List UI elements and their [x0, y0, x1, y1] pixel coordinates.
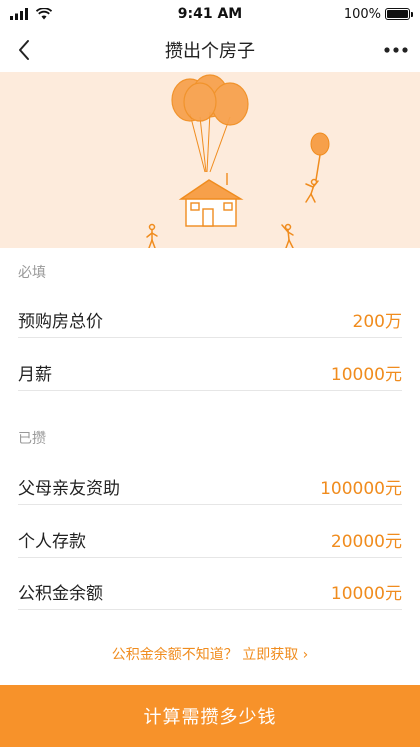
more-button[interactable]: [382, 36, 410, 64]
housing-fund-label: 公积金余额: [18, 584, 103, 604]
balloon-house-illustration: [146, 74, 330, 248]
page-title: 攒出个房子: [165, 41, 255, 62]
monthly-salary-label: 月薪: [18, 365, 52, 385]
personal-savings-label: 个人存款: [18, 532, 86, 552]
family-support-value[interactable]: 100000元: [320, 474, 402, 499]
chevron-left-icon: [19, 40, 29, 60]
total-price-row[interactable]: 预购房总价 200万: [18, 302, 402, 338]
saved-section-label: 已攒: [18, 431, 46, 447]
required-section-label: 必填: [18, 265, 46, 281]
status-left: [10, 8, 52, 20]
calculate-button[interactable]: 计算需攒多少钱: [0, 685, 420, 747]
wifi-icon: [36, 8, 52, 20]
battery-icon: [385, 8, 413, 20]
personal-savings-value[interactable]: 20000元: [331, 527, 402, 552]
total-price-value[interactable]: 200万: [353, 307, 402, 332]
housing-fund-row[interactable]: 公积金余额 10000元: [18, 574, 402, 610]
status-bar: 9:41 AM 100%: [0, 0, 420, 28]
family-support-label: 父母亲友资助: [18, 479, 120, 499]
signal-icon: [10, 8, 28, 20]
family-support-row[interactable]: 父母亲友资助 100000元: [18, 469, 402, 505]
battery-percent: 100%: [343, 6, 381, 22]
monthly-salary-value[interactable]: 10000元: [331, 360, 402, 385]
personal-savings-row[interactable]: 个人存款 20000元: [18, 522, 402, 558]
nav-bar: 攒出个房子: [0, 28, 420, 72]
hero-banner: [0, 72, 420, 248]
housing-fund-value[interactable]: 10000元: [331, 579, 402, 604]
status-time: 9:41 AM: [177, 6, 243, 22]
monthly-salary-row[interactable]: 月薪 10000元: [18, 355, 402, 391]
total-price-label: 预购房总价: [18, 312, 103, 332]
status-right: 100%: [343, 6, 413, 22]
back-button[interactable]: [10, 36, 38, 64]
housing-fund-hint-link[interactable]: 公积金余额不知道？ 立即获取 ›: [0, 644, 420, 664]
more-dots-icon: [384, 47, 408, 53]
